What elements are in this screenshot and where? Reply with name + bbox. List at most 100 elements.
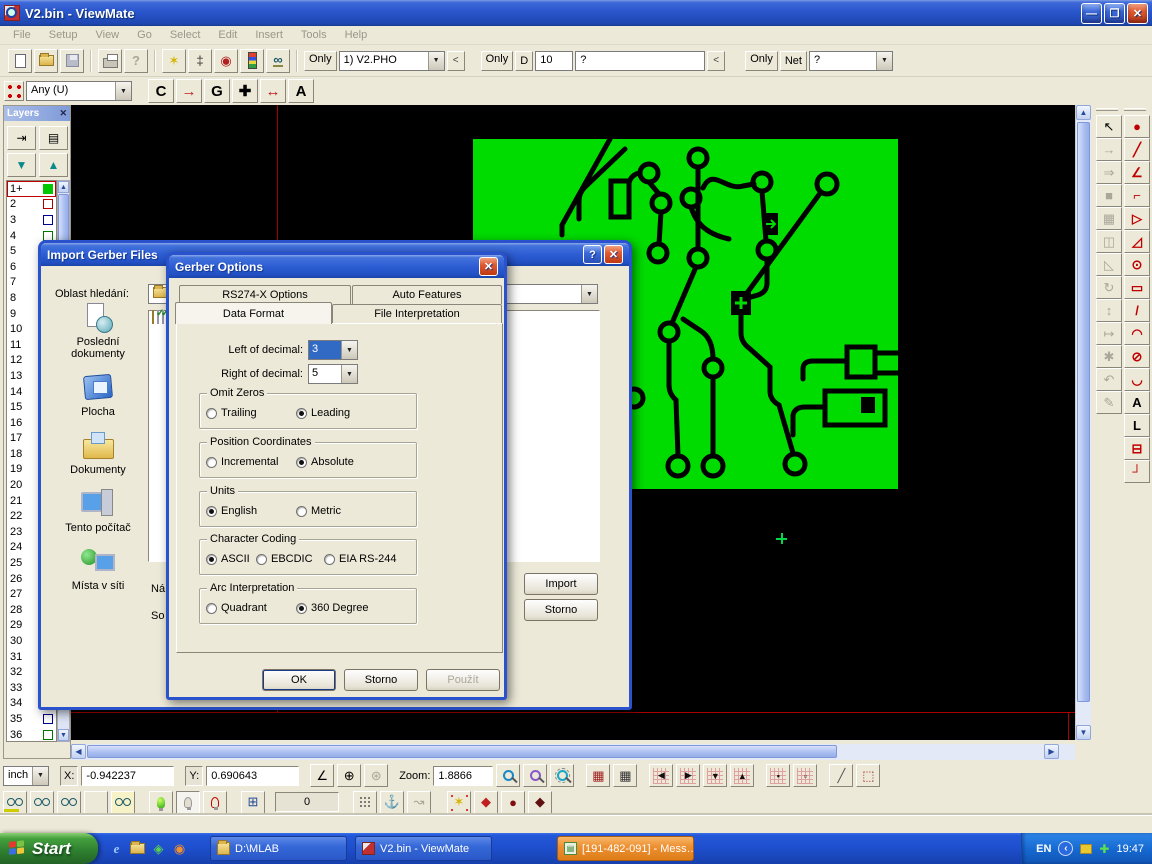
drill-mode-button[interactable]: ● xyxy=(501,791,525,814)
internet-explorer-icon[interactable]: e xyxy=(108,840,125,857)
dcode-value-field[interactable]: 10 xyxy=(535,51,573,71)
layer-color-swatch[interactable] xyxy=(43,184,53,194)
shear-button[interactable]: ◺ xyxy=(1096,253,1122,276)
lamp-off-button[interactable] xyxy=(176,791,200,814)
pan-left-button[interactable]: ◀ xyxy=(649,764,673,787)
draw-arc-button[interactable]: ◠ xyxy=(1124,322,1150,345)
scroll-down-icon[interactable]: ▼ xyxy=(58,729,69,741)
scroll-up-icon[interactable]: ▲ xyxy=(1076,105,1091,120)
radio-trailing[interactable]: Trailing xyxy=(206,407,257,419)
green-app-icon[interactable]: ◈ xyxy=(150,840,167,857)
tab-data-format[interactable]: Data Format xyxy=(175,302,332,324)
grid-snap-button[interactable]: ▦ xyxy=(613,764,637,787)
firefox-icon[interactable]: ◉ xyxy=(171,840,188,857)
print-button[interactable] xyxy=(98,49,122,73)
radio-english[interactable]: English xyxy=(206,505,257,517)
grid-view-button[interactable]: ▦ xyxy=(586,764,610,787)
pad-mode-button[interactable]: ◆ xyxy=(474,791,498,814)
canvas-hscrollbar[interactable]: ◀ ▶ xyxy=(71,744,1075,760)
select-cursor-button[interactable]: ↖ xyxy=(1096,115,1122,138)
radio-icon[interactable] xyxy=(206,554,217,565)
select-gerber-button[interactable]: G xyxy=(204,79,230,103)
layer-row-1-[interactable]: 1+ xyxy=(7,181,56,197)
angle-measure-button[interactable]: ∠ xyxy=(310,764,334,787)
place-posledn-dokumenty[interactable]: Poslední dokumenty xyxy=(49,303,147,360)
task-messenger[interactable]: ▤ [191-482-091] - Mess… xyxy=(557,836,694,861)
task-viewmate[interactable]: V2.bin - ViewMate xyxy=(355,836,492,861)
draw-triangle-button[interactable]: ◿ xyxy=(1124,230,1150,253)
place-dokumenty[interactable]: Dokumenty xyxy=(49,431,147,476)
select-text-button[interactable]: A xyxy=(288,79,314,103)
draw-corner-button[interactable]: ⌐ xyxy=(1124,184,1150,207)
start-button[interactable]: Start xyxy=(0,833,98,864)
restore-button[interactable]: ❐ xyxy=(1104,3,1125,24)
radio-icon[interactable] xyxy=(206,408,217,419)
layer-color-swatch[interactable] xyxy=(43,714,53,724)
task-mlab-folder[interactable]: D:\MLAB xyxy=(210,836,347,861)
radio-icon[interactable] xyxy=(296,603,307,614)
mask-mode-button[interactable]: ◆ xyxy=(528,791,552,814)
menu-edit[interactable]: Edit xyxy=(209,27,246,43)
chevron-down-icon[interactable]: ▼ xyxy=(581,285,597,303)
prev-layer-button[interactable]: < xyxy=(447,51,465,71)
menu-go[interactable]: Go xyxy=(128,27,161,43)
layer-up-button[interactable]: ▲ xyxy=(39,153,68,177)
radio-icon[interactable] xyxy=(296,506,307,517)
cancel-button[interactable]: Storno xyxy=(344,669,418,691)
dialog-close-button[interactable]: ✕ xyxy=(604,245,623,264)
dcode-view-button[interactable]: ◉ xyxy=(214,49,238,73)
draw-curve-button[interactable]: ◡ xyxy=(1124,368,1150,391)
clock[interactable]: 19:47 xyxy=(1116,843,1144,855)
center-origin-button[interactable]: ⊕ xyxy=(337,764,361,787)
view-traces-button[interactable] xyxy=(84,791,108,814)
pan-up-button[interactable]: ▲ xyxy=(730,764,754,787)
radio-icon[interactable] xyxy=(206,603,217,614)
menu-view[interactable]: View xyxy=(86,27,128,43)
prev-dcode-button[interactable]: < xyxy=(707,51,725,71)
place-tento-po-ta-[interactable]: Tento počítač xyxy=(49,489,147,534)
menu-file[interactable]: File xyxy=(4,27,40,43)
draw-rectangle-button[interactable]: ▭ xyxy=(1124,276,1150,299)
grid-origin-button[interactable]: ▪ xyxy=(766,764,790,787)
toolbar-grip[interactable] xyxy=(1096,108,1118,111)
save-file-button[interactable] xyxy=(60,49,84,73)
pan-down-button[interactable]: ▼ xyxy=(703,764,727,787)
scroll-right-icon[interactable]: ▶ xyxy=(1044,744,1059,759)
draw-label-button[interactable]: L xyxy=(1124,414,1150,437)
zoom-value-field[interactable]: 1.8866 xyxy=(433,766,493,786)
radio-icon[interactable] xyxy=(296,457,307,468)
dock-panel-button[interactable]: ⇥ xyxy=(7,126,36,150)
pan-right-button[interactable]: ▶ xyxy=(676,764,700,787)
hide-icons-button[interactable]: ‹ xyxy=(1058,841,1073,856)
lamp-on-button[interactable] xyxy=(149,791,173,814)
layer-row-36[interactable]: 36 xyxy=(7,727,56,742)
tray-doc-icon[interactable] xyxy=(1080,844,1092,854)
select-cross-button[interactable]: ✚ xyxy=(232,79,258,103)
mirror-button[interactable]: ◫ xyxy=(1096,230,1122,253)
undo-button[interactable]: ↶ xyxy=(1096,368,1122,391)
open-file-button[interactable] xyxy=(34,49,58,73)
minimize-button[interactable]: — xyxy=(1081,3,1102,24)
layer-down-button[interactable]: ▼ xyxy=(7,153,36,177)
select-area-button[interactable]: ⬚ xyxy=(856,764,880,787)
place-m-sta-v-s-ti[interactable]: Místa v síti xyxy=(49,547,147,592)
chevron-down-icon[interactable]: ▼ xyxy=(876,52,892,70)
layer-color-swatch[interactable] xyxy=(43,730,53,740)
anchor-button[interactable]: ⚓ xyxy=(380,791,404,814)
grid-dots-button[interactable] xyxy=(353,791,377,814)
draw-pad-button[interactable]: ● xyxy=(1124,115,1150,138)
spiral-tool-button[interactable]: ⊛ xyxy=(364,764,388,787)
zoom-window-button[interactable] xyxy=(550,764,574,787)
scroll-thumb[interactable] xyxy=(87,745,837,758)
radio-icon[interactable] xyxy=(324,554,335,565)
filter-combo[interactable]: Any (U) ▼ xyxy=(26,81,132,101)
apply-button[interactable]: Použít xyxy=(426,669,500,691)
layer-color-swatch[interactable] xyxy=(43,215,53,225)
radio-absolute[interactable]: Absolute xyxy=(296,456,354,468)
layer-row-35[interactable]: 35 xyxy=(7,711,56,727)
close-button[interactable]: ✕ xyxy=(1127,3,1148,24)
lamp-outline-button[interactable] xyxy=(203,791,227,814)
layer-table-button[interactable]: ▤ xyxy=(39,126,68,150)
radio-icon[interactable] xyxy=(256,554,267,565)
view-lines-button[interactable] xyxy=(30,791,54,814)
